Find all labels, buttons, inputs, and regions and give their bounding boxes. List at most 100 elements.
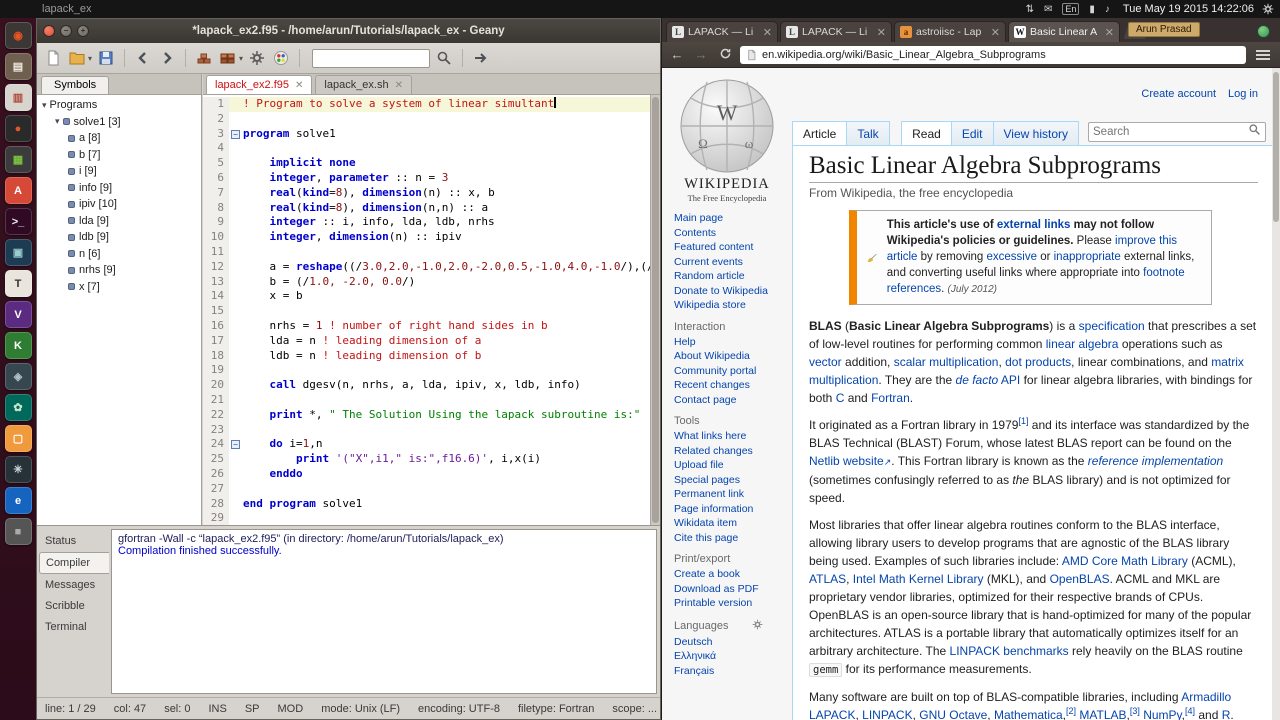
sidebar-link[interactable]: Recent changes xyxy=(674,378,792,393)
code-line[interactable]: 11 xyxy=(203,244,650,260)
code-line[interactable]: 15 xyxy=(203,304,650,319)
symbol-item[interactable]: ▾ Programs xyxy=(37,97,201,114)
code-line[interactable]: 19 xyxy=(203,363,650,379)
page-tab-talk[interactable]: Talk xyxy=(846,121,890,145)
page-tab-read[interactable]: Read xyxy=(901,121,952,145)
sidebar-link[interactable]: About Wikipedia xyxy=(674,349,792,364)
wiki-link[interactable]: OpenBLAS xyxy=(1050,572,1110,586)
compile-icon[interactable] xyxy=(194,48,214,68)
symbol-item[interactable]: nrhs [9] xyxy=(37,262,201,279)
sidebar-link[interactable]: Create a book xyxy=(674,567,792,582)
wiki-link[interactable]: LAPACK xyxy=(809,708,855,720)
launcher-media-player[interactable]: ▥ xyxy=(4,84,32,111)
code-line[interactable]: 24− do i=1,n xyxy=(203,437,650,453)
launcher-archive-manager[interactable]: A xyxy=(4,177,32,204)
code-line[interactable]: 10 integer, dimension(n) :: ipiv xyxy=(203,230,650,245)
browser-scrollbar[interactable] xyxy=(1272,68,1280,720)
wiki-link[interactable]: LINPACK xyxy=(862,708,912,720)
message-tab-terminal[interactable]: Terminal xyxy=(39,617,109,637)
code-line[interactable]: 5 implicit none xyxy=(203,156,650,171)
wiki-link[interactable]: ATLAS xyxy=(809,572,846,586)
code-line[interactable]: 18 ldb = n ! leading dimension of b xyxy=(203,348,650,364)
build-icon[interactable] xyxy=(218,48,238,68)
launcher-dash-home[interactable]: ◉ xyxy=(4,22,32,49)
sidebar-link[interactable]: Ελληνικά xyxy=(674,649,792,664)
launcher-evince[interactable]: e xyxy=(4,487,32,514)
code-line[interactable]: 14 x = b xyxy=(203,289,650,305)
wiki-link[interactable]: scalar multiplication xyxy=(894,355,999,369)
browser-tab[interactable]: W Basic Linear A ✕ xyxy=(1008,21,1120,42)
launcher-texmaker[interactable]: ✿ xyxy=(4,394,32,421)
browser-menu-icon[interactable] xyxy=(1256,53,1270,56)
sidebar-link[interactable]: Random article xyxy=(674,269,792,284)
sidebar-link[interactable]: Deutsch xyxy=(674,635,792,650)
symbol-item[interactable]: lda [9] xyxy=(37,213,201,230)
sidebar-link[interactable]: Page information xyxy=(674,502,792,517)
fold-marker-icon[interactable]: − xyxy=(231,440,240,450)
search-magnifier-icon[interactable] xyxy=(1248,123,1261,141)
wiki-link[interactable]: dot products xyxy=(1005,355,1071,369)
code-line[interactable]: 1 ! Program to solve a system of linear s… xyxy=(203,97,650,112)
browser-tab[interactable]: a astroiisc - Lap ✕ xyxy=(894,21,1006,42)
symbol-item[interactable]: x [7] xyxy=(37,279,201,296)
fold-marker-icon[interactable]: − xyxy=(231,129,240,139)
wiki-link[interactable]: [3] xyxy=(1130,706,1140,716)
code-line[interactable]: 2 xyxy=(203,111,650,127)
tab-close-icon[interactable]: ✕ xyxy=(295,80,303,91)
code-line[interactable]: 22 print *, " The Solution Using the lap… xyxy=(203,407,650,423)
sidebar-link[interactable]: Community portal xyxy=(674,364,792,379)
launcher-settings[interactable]: ■ xyxy=(4,518,32,545)
wikipedia-globe-logo[interactable]: W Ω ω xyxy=(677,76,777,176)
tab-symbols[interactable]: Symbols xyxy=(41,76,110,94)
wiki-link[interactable]: vector xyxy=(809,355,842,369)
code-line[interactable]: 17 lda = n ! leading dimension of a xyxy=(203,333,650,349)
code-line[interactable]: 21 xyxy=(203,392,650,408)
code-line[interactable]: 27 xyxy=(203,481,650,497)
symbol-item[interactable]: i [9] xyxy=(37,163,201,180)
wiki-link[interactable]: [1] xyxy=(1018,416,1028,426)
back-icon[interactable]: ← xyxy=(668,47,686,62)
message-tab-scribble[interactable]: Scribble xyxy=(39,596,109,616)
compiler-output[interactable]: gfortran -Wall -c “lapack_ex2.f95” (in d… xyxy=(111,529,657,694)
editor-tab[interactable]: lapack_ex2.f95 ✕ xyxy=(206,75,313,94)
open-file-icon[interactable] xyxy=(67,48,87,68)
wiki-link[interactable]: GNU Octave xyxy=(919,708,987,720)
back-icon[interactable] xyxy=(133,48,153,68)
code-line[interactable]: 8 real(kind=8), dimension(n,n) :: a xyxy=(203,200,650,216)
launcher-firefox[interactable]: ● xyxy=(4,115,32,142)
battery-icon[interactable]: ▮ xyxy=(1089,4,1095,15)
sidebar-link[interactable]: Français xyxy=(674,664,792,679)
sidebar-link[interactable]: Special pages xyxy=(674,473,792,488)
wiki-link[interactable]: Mathematica xyxy=(994,708,1063,720)
tab-close-icon[interactable]: ✕ xyxy=(991,26,1000,39)
symbol-item[interactable]: ldb [9] xyxy=(37,229,201,246)
tab-close-icon[interactable]: ✕ xyxy=(1105,26,1114,39)
symbol-item[interactable]: b [7] xyxy=(37,147,201,164)
code-line[interactable]: 3− program solve1 xyxy=(203,126,650,142)
network-icon[interactable]: ⇅ xyxy=(1026,4,1034,15)
symbol-item[interactable]: ▾ solve1 [3] xyxy=(37,114,201,131)
page-tab-edit[interactable]: Edit xyxy=(950,121,994,145)
symbol-item[interactable]: n [6] xyxy=(37,246,201,263)
wikipedia-wordmark[interactable]: WIKIPEDIA xyxy=(662,176,792,193)
page-tab-view-history[interactable]: View history xyxy=(992,121,1079,145)
wiki-link[interactable]: de facto xyxy=(956,373,999,387)
wiki-link[interactable]: NumPy xyxy=(1143,708,1181,720)
search-icon[interactable] xyxy=(434,48,454,68)
sidebar-link[interactable]: Wikidata item xyxy=(674,516,792,531)
wiki-link[interactable]: Intel Math Kernel Library xyxy=(853,572,984,586)
code-line[interactable]: 7 real(kind=8), dimension(n) :: x, b xyxy=(203,185,650,201)
editor-tab[interactable]: lapack_ex.sh ✕ xyxy=(315,75,412,94)
launcher-kile[interactable]: K xyxy=(4,332,32,359)
sidebar-link[interactable]: Printable version xyxy=(674,596,792,611)
wiki-link[interactable]: excessive xyxy=(987,251,1038,263)
browser-tab[interactable]: L LAPACK — Li ✕ xyxy=(780,21,892,42)
tab-close-icon[interactable]: ✕ xyxy=(877,26,886,39)
launcher-camera-app[interactable]: ◈ xyxy=(4,363,32,390)
launcher-terminal[interactable]: >_ xyxy=(4,208,32,235)
wiki-link[interactable]: reference implementation xyxy=(1088,454,1223,468)
personal-link[interactable]: Create account xyxy=(1141,88,1216,100)
reload-icon[interactable] xyxy=(716,47,734,63)
color-chooser-icon[interactable] xyxy=(271,48,291,68)
expander-icon[interactable]: ▾ xyxy=(42,100,47,111)
